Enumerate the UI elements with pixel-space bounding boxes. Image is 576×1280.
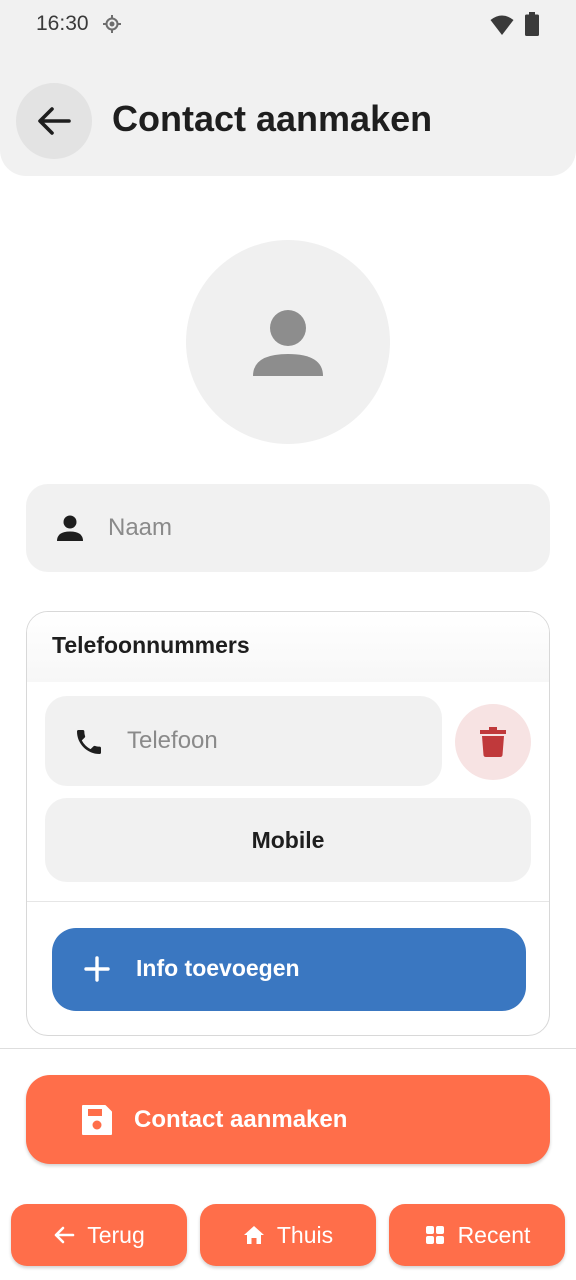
trash-icon [480,727,506,757]
location-icon [103,15,121,33]
phone-numbers-header: Telefoonnummers [27,612,549,682]
arrow-left-icon [38,107,71,135]
recent-apps-icon [425,1226,444,1244]
divider [0,1048,576,1049]
app-bar: Contact aanmaken [0,50,576,176]
create-contact-button[interactable]: Contact aanmaken [26,1075,550,1164]
wifi-icon [490,15,514,35]
nav-back-button[interactable]: Terug [11,1204,187,1266]
person-icon [253,310,323,376]
back-button[interactable] [16,83,92,159]
phone-numbers-title: Telefoonnummers [52,632,250,658]
nav-back-label: Terug [87,1221,145,1248]
page-title: Contact aanmaken [112,98,433,139]
delete-phone-button[interactable] [455,704,531,780]
save-icon [82,1105,112,1135]
phone-numbers-card: Telefoonnummers Mobile Info toevoegen [26,611,550,1036]
phone-field[interactable] [45,696,442,786]
nav-home-button[interactable]: Thuis [200,1204,376,1266]
arrow-left-icon [54,1226,75,1244]
battery-icon [525,12,539,36]
status-bar: 16:30 [0,0,576,50]
person-icon [57,515,83,541]
plus-icon [84,956,110,982]
name-input[interactable] [108,484,528,572]
name-field[interactable] [26,484,550,572]
nav-recent-button[interactable]: Recent [389,1204,565,1266]
phone-type-select[interactable]: Mobile [45,798,531,882]
create-contact-label: Contact aanmaken [134,1106,348,1133]
phone-input[interactable] [127,696,427,786]
avatar-picker[interactable] [186,240,390,444]
divider [27,901,549,902]
add-info-button[interactable]: Info toevoegen [52,928,526,1011]
phone-icon [77,730,101,754]
nav-recent-label: Recent [457,1221,531,1248]
status-time: 16:30 [36,12,89,35]
home-icon [243,1226,264,1244]
nav-home-label: Thuis [276,1221,334,1248]
add-info-label: Info toevoegen [136,955,300,981]
